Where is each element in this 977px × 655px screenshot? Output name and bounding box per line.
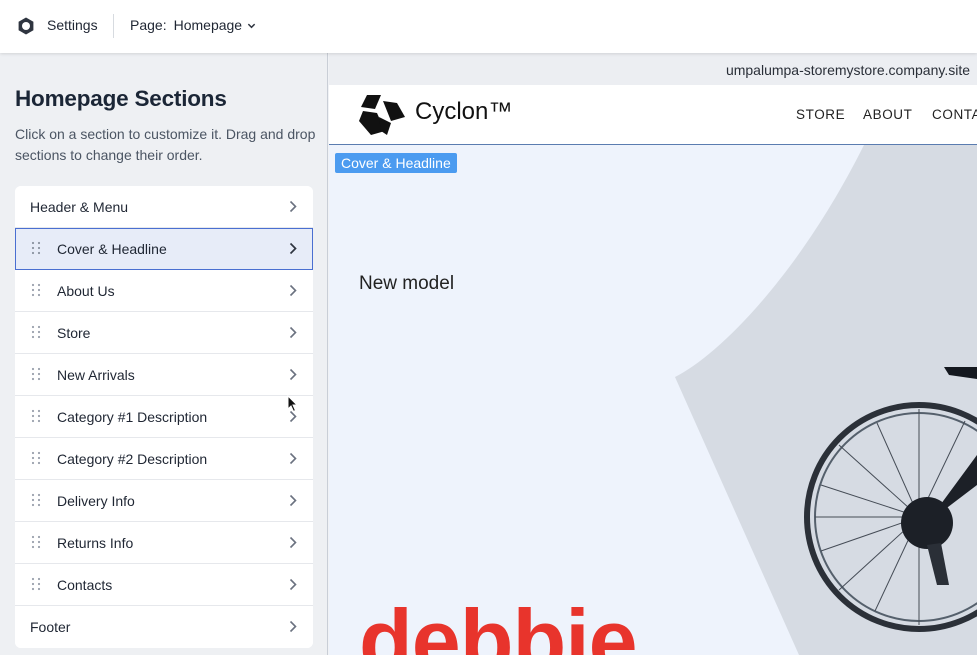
section-label: Footer bbox=[30, 619, 71, 635]
section-badge[interactable]: Cover & Headline bbox=[335, 153, 457, 173]
mouse-cursor-icon bbox=[287, 395, 299, 413]
drag-handle-icon[interactable] bbox=[31, 367, 41, 381]
drag-handle-icon[interactable] bbox=[31, 577, 41, 591]
chevron-right-icon bbox=[289, 620, 297, 633]
page-selector-label: Page: bbox=[130, 17, 167, 33]
section-label: Header & Menu bbox=[30, 199, 129, 215]
sidebar-description: Click on a section to customize it. Drag… bbox=[15, 126, 316, 163]
nav-contacts[interactable]: CONTA bbox=[932, 107, 977, 122]
section-label: Store bbox=[57, 325, 91, 341]
chevron-right-icon bbox=[289, 536, 297, 549]
site-url[interactable]: umpalumpa-storemystore.company.site bbox=[726, 62, 970, 78]
drag-handle-icon[interactable] bbox=[31, 409, 41, 423]
section-label: Cover & Headline bbox=[57, 241, 167, 257]
site-canvas: Cyclon™ STORE ABOUT CONTA Cover & Headli… bbox=[329, 85, 977, 655]
chevron-right-icon bbox=[289, 452, 297, 465]
section-item-category-2[interactable]: Category #2 Description bbox=[15, 438, 313, 480]
section-label: Contacts bbox=[57, 577, 113, 593]
top-bar: Settings Page: Homepage bbox=[0, 0, 977, 53]
site-preview[interactable]: umpalumpa-storemystore.company.site Cycl… bbox=[329, 53, 977, 655]
section-label: Delivery Info bbox=[57, 493, 135, 509]
chevron-right-icon bbox=[289, 368, 297, 381]
nav-store[interactable]: STORE bbox=[796, 107, 845, 122]
chevron-right-icon bbox=[289, 284, 297, 297]
drag-handle-icon[interactable] bbox=[31, 283, 41, 297]
brand-logo-icon bbox=[359, 95, 405, 135]
section-item-returns-info[interactable]: Returns Info bbox=[15, 522, 313, 564]
section-label: New Arrivals bbox=[57, 367, 135, 383]
chevron-right-icon bbox=[289, 494, 297, 507]
section-label: Returns Info bbox=[57, 535, 134, 551]
settings-label[interactable]: Settings bbox=[47, 17, 98, 33]
section-label: Category #1 Description bbox=[57, 409, 208, 425]
nav-about[interactable]: ABOUT bbox=[863, 107, 913, 122]
section-item-cover-headline[interactable]: Cover & Headline bbox=[15, 228, 313, 270]
sidebar-title: Homepage Sections bbox=[15, 86, 227, 111]
bicycle-image bbox=[804, 367, 977, 632]
cover-headline: debbie bbox=[359, 591, 638, 655]
section-item-delivery-info[interactable]: Delivery Info bbox=[15, 480, 313, 522]
url-bar: umpalumpa-storemystore.company.site bbox=[329, 53, 977, 85]
section-label: Category #2 Description bbox=[57, 451, 208, 467]
chevron-right-icon bbox=[289, 578, 297, 591]
section-item-store[interactable]: Store bbox=[15, 312, 313, 354]
drag-handle-icon[interactable] bbox=[31, 535, 41, 549]
drag-handle-icon[interactable] bbox=[31, 451, 41, 465]
page-selector-value: Homepage bbox=[173, 17, 243, 33]
section-item-category-1[interactable]: Category #1 Description bbox=[15, 396, 313, 438]
sidebar: Homepage Sections Click on a section to … bbox=[0, 53, 328, 655]
brand-name: Cyclon™ bbox=[415, 98, 513, 125]
section-item-contacts[interactable]: Contacts bbox=[15, 564, 313, 606]
page-selector[interactable]: Page: Homepage bbox=[130, 17, 256, 33]
site-header[interactable]: Cyclon™ STORE ABOUT CONTA bbox=[329, 85, 977, 145]
drag-handle-icon[interactable] bbox=[31, 493, 41, 507]
drag-handle-icon[interactable] bbox=[31, 241, 41, 255]
section-item-footer[interactable]: Footer bbox=[15, 606, 313, 648]
cover-subtitle: New model bbox=[359, 273, 455, 294]
section-item-about-us[interactable]: About Us bbox=[15, 270, 313, 312]
drag-handle-icon[interactable] bbox=[31, 325, 41, 339]
divider bbox=[113, 14, 114, 38]
settings-hexagon-icon[interactable] bbox=[16, 16, 36, 36]
chevron-down-icon bbox=[247, 23, 256, 28]
chevron-right-icon bbox=[289, 242, 297, 255]
section-item-new-arrivals[interactable]: New Arrivals bbox=[15, 354, 313, 396]
section-list: Header & Menu Cover & Headline About Us … bbox=[15, 186, 313, 648]
chevron-right-icon bbox=[289, 200, 297, 213]
section-label: About Us bbox=[57, 283, 115, 299]
chevron-right-icon bbox=[289, 326, 297, 339]
section-item-header-menu[interactable]: Header & Menu bbox=[15, 186, 313, 228]
